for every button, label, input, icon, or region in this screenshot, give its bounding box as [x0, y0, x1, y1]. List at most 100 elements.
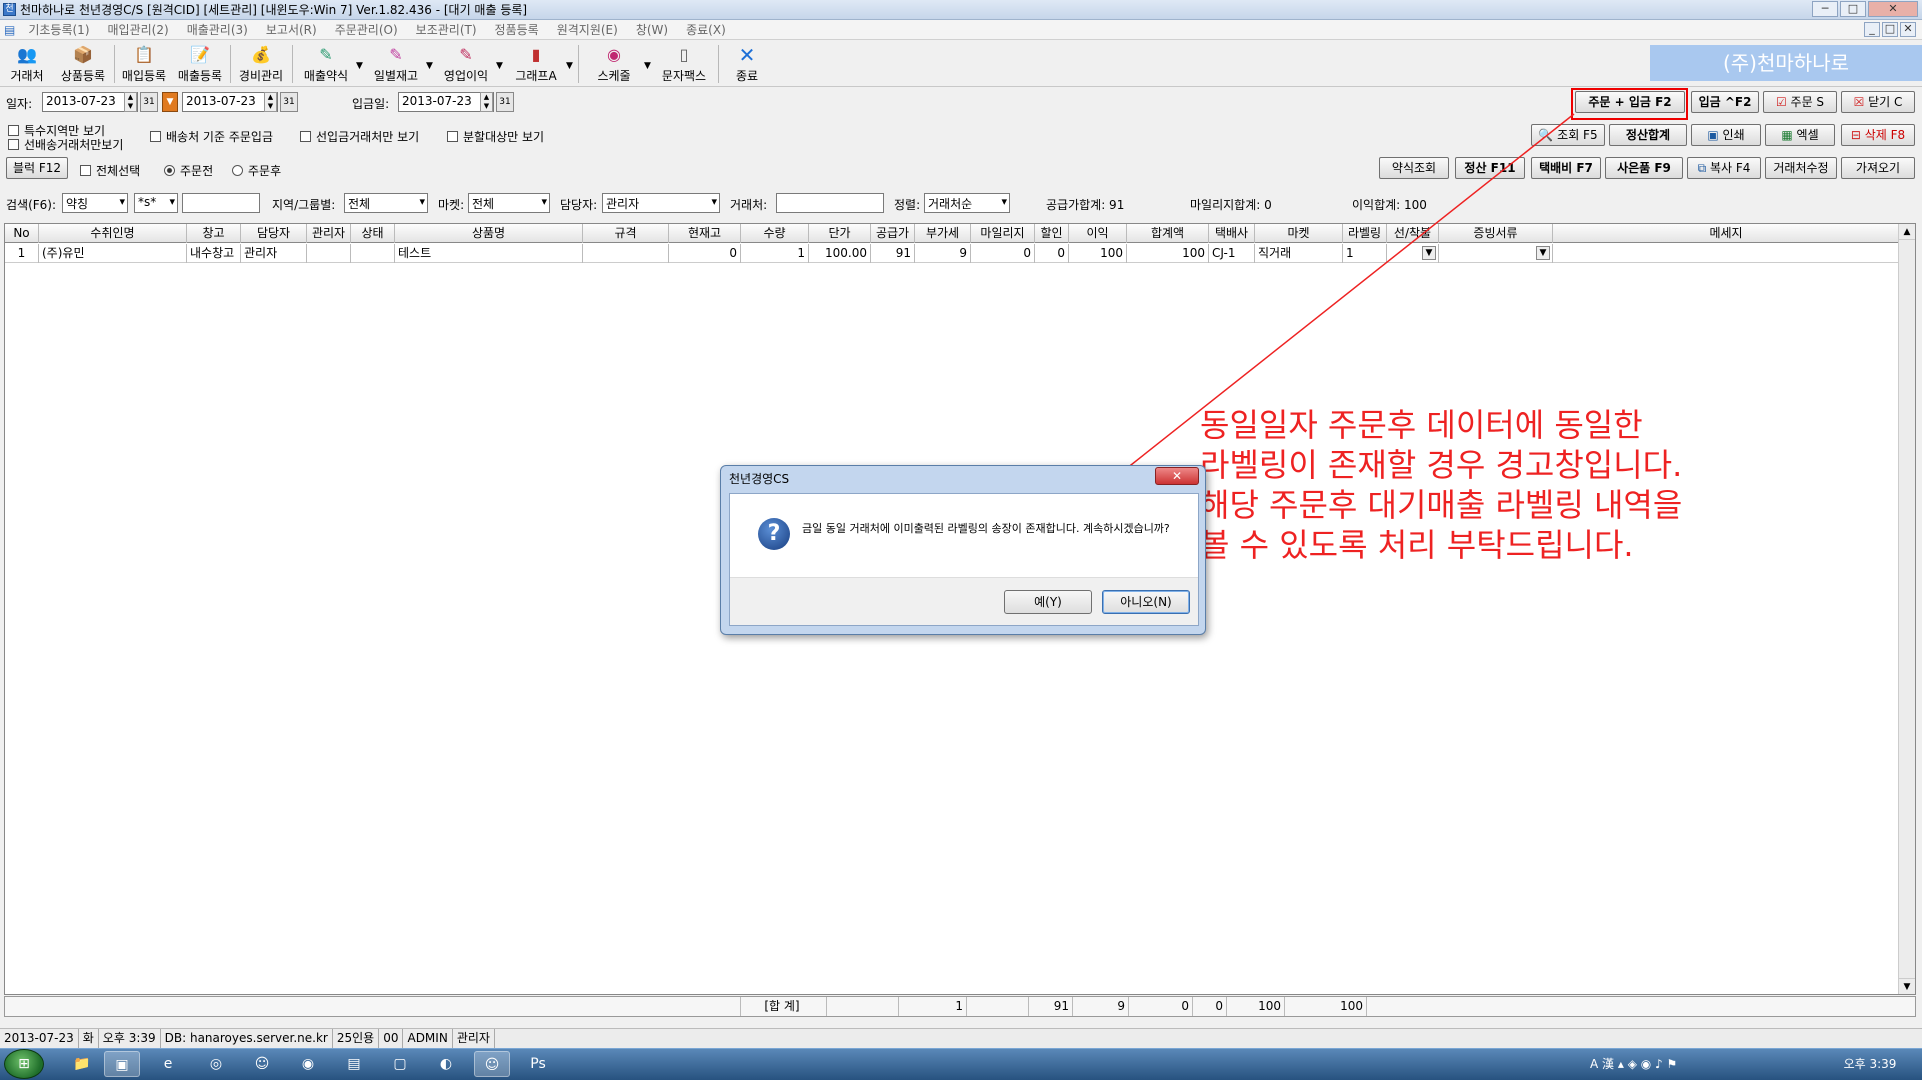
col-state[interactable]: 상태 [351, 224, 395, 243]
windows-start-icon[interactable]: ⊞ [4, 1049, 44, 1079]
calendar-icon[interactable]: 31 [496, 92, 514, 112]
menu-license[interactable]: 정품등록 [486, 21, 548, 38]
menu-order[interactable]: 주문관리(O) [326, 21, 407, 38]
cell-spec[interactable] [583, 244, 669, 263]
photoshop-icon[interactable]: Ps [520, 1051, 556, 1077]
settle-total-button[interactable]: 정산합계 [1609, 124, 1687, 146]
messenger-icon[interactable]: ☺ [244, 1051, 280, 1077]
menu-exit[interactable]: 종료(X) [677, 21, 735, 38]
excel-button[interactable]: ▦ 엑셀 [1765, 124, 1835, 146]
close-button[interactable]: ☒ 닫기 C [1841, 91, 1915, 113]
split-target-checkbox[interactable]: 분할대상만 보기 [447, 128, 544, 145]
profit-tool-button[interactable]: ✎ 영업이익 [436, 43, 496, 85]
purchase-tool-button[interactable]: 📋 매입등록 [118, 43, 170, 85]
product-tool-button[interactable]: 📦 상품등록 [56, 43, 110, 85]
window-icon[interactable]: ▢ [382, 1051, 418, 1077]
col-spec[interactable]: 규격 [583, 224, 669, 243]
cell-no[interactable]: 1 [5, 244, 39, 263]
menu-window[interactable]: 창(W) [627, 21, 677, 38]
sms-fax-tool-button[interactable]: ▯ 문자팩스 [654, 43, 714, 85]
daily-stock-tool-button[interactable]: ✎ 일별재고 [366, 43, 426, 85]
ie-icon[interactable]: e [150, 1051, 186, 1077]
cell-warehouse[interactable]: 내수창고 [187, 244, 241, 263]
cell-stock[interactable]: 0 [669, 244, 741, 263]
tray-icons[interactable]: ▴ ◈ ◉ ♪ ⚑ [1618, 1057, 1677, 1071]
deposit-date-spinner[interactable]: ▲ ▼ [480, 92, 493, 112]
date-to-spinner[interactable]: ▲ ▼ [264, 92, 277, 112]
menu-purchase[interactable]: 매입관리(2) [99, 21, 178, 38]
import-button[interactable]: 가져오기 [1841, 157, 1915, 179]
taskbar-clock[interactable]: 오후 3:39 [1830, 1055, 1910, 1072]
cell-state[interactable] [351, 244, 395, 263]
chevron-down-icon[interactable]: ▼ [356, 61, 363, 71]
col-recipient[interactable]: 수취인명 [39, 224, 187, 243]
inner-close-button[interactable]: ✕ [1900, 22, 1916, 37]
col-stock[interactable]: 현재고 [669, 224, 741, 243]
vendor-tool-button[interactable]: 👥 거래처 [4, 43, 50, 85]
chunma-icon[interactable]: ☺ [474, 1051, 510, 1077]
inner-maximize-button[interactable]: □ [1882, 22, 1898, 37]
tool-icon[interactable]: ▤ [336, 1051, 372, 1077]
gift-button[interactable]: 사은품 F9 [1605, 157, 1683, 179]
firefox-icon[interactable]: ◐ [428, 1051, 464, 1077]
col-vat[interactable]: 부가세 [915, 224, 971, 243]
graph-tool-button[interactable]: ▮ 그래프A [506, 43, 566, 85]
cell-mileage[interactable]: 0 [971, 244, 1035, 263]
col-manager[interactable]: 담당자 [241, 224, 307, 243]
search-input[interactable] [182, 193, 260, 213]
cell-vat[interactable]: 9 [915, 244, 971, 263]
cell-discount[interactable]: 0 [1035, 244, 1069, 263]
block-button[interactable]: 블럭 F12 [6, 157, 68, 179]
manager-select[interactable]: 관리자 [602, 193, 720, 213]
ship-base-checkbox[interactable]: 배송처 기준 주문입금 [150, 128, 273, 145]
vendor-input[interactable] [776, 193, 884, 213]
inner-minimize-button[interactable]: _ [1864, 22, 1880, 37]
minimize-button[interactable]: ─ [1812, 1, 1838, 17]
select-all-checkbox[interactable]: 전체선택 [80, 162, 140, 179]
col-discount[interactable]: 할인 [1035, 224, 1069, 243]
copy-button[interactable]: ⧉ 복사 F4 [1687, 157, 1761, 179]
col-admin[interactable]: 관리자 [307, 224, 351, 243]
date-range-icon[interactable]: ▼ [162, 92, 178, 112]
chevron-down-icon[interactable]: ▼ [644, 61, 651, 71]
col-qty[interactable]: 수량 [741, 224, 809, 243]
folder-icon[interactable]: 📁 [64, 1051, 100, 1077]
chevron-down-icon[interactable]: ▼ [426, 61, 433, 71]
exit-tool-button[interactable]: ✕ 종료 [724, 43, 770, 85]
cell-price[interactable]: 100.00 [809, 244, 871, 263]
col-supply[interactable]: 공급가 [871, 224, 915, 243]
sales-simple-tool-button[interactable]: ✎ 매출약식 [296, 43, 356, 85]
deposit-button[interactable]: 입금 ^F2 [1691, 91, 1759, 113]
chevron-down-icon[interactable]: ▼ [496, 61, 503, 71]
delete-button[interactable]: ⊟ 삭제 F8 [1841, 124, 1915, 146]
after-order-radio[interactable]: 주문후 [232, 162, 281, 179]
yes-button[interactable]: 예(Y) [1004, 590, 1092, 614]
grid-scrollbar[interactable]: ▲ ▼ [1898, 224, 1915, 994]
ime-indicator[interactable]: A 漢 [1590, 1057, 1614, 1071]
expense-tool-button[interactable]: 💰 경비관리 [234, 43, 288, 85]
prepay-vendor-checkbox[interactable]: 선입금거래처만 보기 [300, 128, 419, 145]
col-product[interactable]: 상품명 [395, 224, 583, 243]
col-warehouse[interactable]: 창고 [187, 224, 241, 243]
region-select[interactable]: 전체 [344, 193, 428, 213]
prepaid-vendor-checkbox[interactable]: 선배송거래처만보기 [8, 136, 123, 153]
order-button[interactable]: ☑ 주문 S [1763, 91, 1837, 113]
col-price[interactable]: 단가 [809, 224, 871, 243]
cell-message[interactable] [1553, 244, 1900, 263]
menu-remote[interactable]: 원격지원(E) [548, 21, 627, 38]
calendar-icon[interactable]: 31 [280, 92, 298, 112]
cell-manager[interactable]: 관리자 [241, 244, 307, 263]
calendar-icon[interactable]: 31 [140, 92, 158, 112]
maximize-button[interactable]: □ [1840, 1, 1866, 17]
scroll-up-icon[interactable]: ▲ [1899, 224, 1915, 240]
whatsapp-icon[interactable]: ◉ [290, 1051, 326, 1077]
chevron-down-icon[interactable]: ▼ [566, 61, 573, 71]
date-from-spinner[interactable]: ▲ ▼ [124, 92, 137, 112]
app-taskbar-icon[interactable]: ▣ [104, 1051, 140, 1077]
before-order-radio[interactable]: 주문전 [164, 162, 213, 179]
scroll-down-icon[interactable]: ▼ [1899, 978, 1915, 994]
close-window-button[interactable]: ✕ [1868, 1, 1918, 17]
cell-admin[interactable] [307, 244, 351, 263]
print-button[interactable]: ▣ 인쇄 [1691, 124, 1761, 146]
cell-recipient[interactable]: (주)유민 [39, 244, 187, 263]
